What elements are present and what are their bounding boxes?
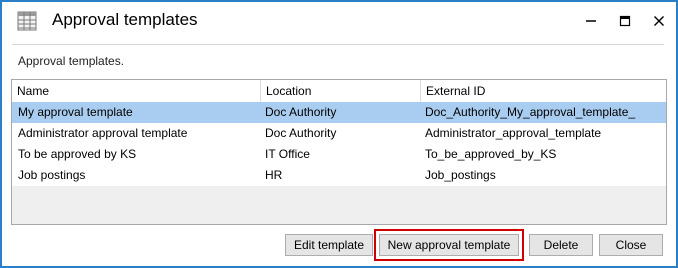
cell-external-id: Job_postings [425, 168, 496, 182]
cell-name: Job postings [18, 168, 86, 182]
table-header: Name Location External ID [12, 80, 666, 103]
title-bar: Approval templates [2, 2, 676, 42]
table-row[interactable]: Job postings HR Job_postings [12, 165, 666, 186]
column-header-location[interactable]: Location [260, 80, 420, 102]
table-row[interactable]: My approval template Doc Authority Doc_A… [12, 102, 666, 123]
title-separator [12, 44, 664, 45]
cell-name: My approval template [18, 105, 133, 119]
cell-external-id: Doc_Authority_My_approval_template_ [425, 105, 636, 119]
edit-template-button[interactable]: Edit template [285, 234, 373, 256]
cell-location: Doc Authority [265, 126, 337, 140]
cell-location: HR [265, 168, 283, 182]
maximize-icon[interactable] [614, 10, 636, 32]
table-row[interactable]: To be approved by KS IT Office To_be_app… [12, 144, 666, 165]
table-row[interactable]: Administrator approval template Doc Auth… [12, 123, 666, 144]
window-title: Approval templates [52, 10, 198, 29]
minimize-icon[interactable] [580, 10, 602, 32]
approval-templates-dialog: Approval templates Approval templates. N… [0, 0, 678, 268]
close-button[interactable]: Close [599, 234, 663, 256]
cell-external-id: Administrator_approval_template [425, 126, 602, 140]
cell-location: IT Office [265, 147, 310, 161]
templates-table: Name Location External ID My approval te… [11, 79, 667, 225]
column-header-external-id[interactable]: External ID [420, 80, 666, 102]
column-header-name[interactable]: Name [12, 80, 260, 102]
close-icon[interactable] [648, 10, 670, 32]
cell-location: Doc Authority [265, 105, 337, 119]
cell-name: Administrator approval template [18, 126, 188, 140]
delete-button[interactable]: Delete [529, 234, 593, 256]
cell-name: To be approved by KS [18, 147, 137, 161]
new-approval-template-button[interactable]: New approval template [379, 234, 519, 256]
table-grid-icon [16, 10, 38, 32]
cell-external-id: To_be_approved_by_KS [425, 147, 557, 161]
dialog-description: Approval templates. [18, 54, 125, 68]
